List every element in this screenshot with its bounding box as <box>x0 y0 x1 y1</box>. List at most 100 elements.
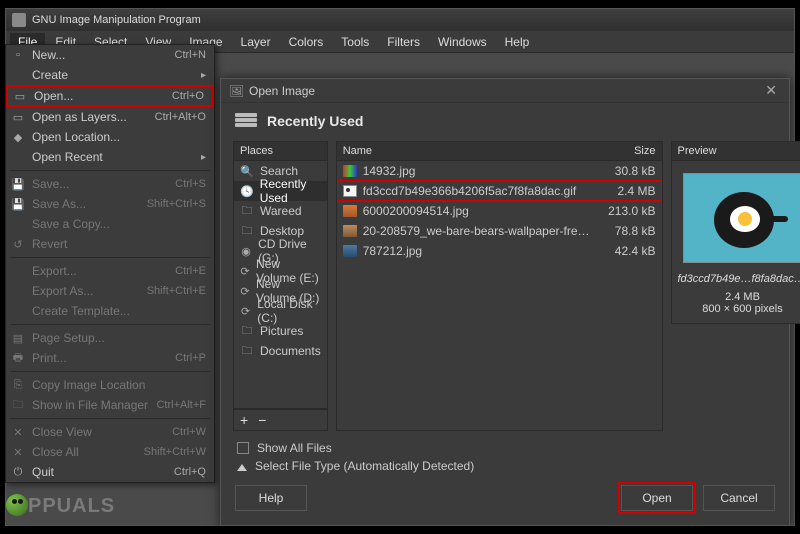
file-menu-item[interactable]: 💾Save...Ctrl+S <box>6 174 214 194</box>
app-icon <box>12 13 26 27</box>
select-file-type-expander[interactable]: Select File Type (Automatically Detected… <box>237 459 773 473</box>
menu-item-icon: ▤ <box>10 332 26 345</box>
menu-item-label: Quit <box>32 465 174 479</box>
file-menu-item[interactable]: 🖶Print...Ctrl+P <box>6 348 214 368</box>
file-menu-item[interactable]: 🗀Show in File ManagerCtrl+Alt+F <box>6 395 214 415</box>
open-button[interactable]: Open <box>621 485 693 511</box>
menu-item-label: New... <box>32 48 175 62</box>
menu-item-label: Save As... <box>32 197 147 211</box>
file-menu-item[interactable]: ⏻QuitCtrl+Q <box>6 462 214 482</box>
file-name: 14932.jpg <box>363 164 590 178</box>
menu-item-label: Create <box>32 68 197 82</box>
file-menu-item[interactable]: ✕ Close ViewCtrl+W <box>6 422 214 442</box>
help-button[interactable]: Help <box>235 485 307 511</box>
file-row[interactable]: 787212.jpg42.4 kB <box>337 241 662 261</box>
file-menu-item[interactable]: ▭Open...Ctrl+O <box>6 85 214 107</box>
dialog-buttons: Help Open Cancel <box>221 475 789 525</box>
preview-header: Preview <box>671 141 800 161</box>
show-all-files-label: Show All Files <box>257 441 332 455</box>
place-icon: 🗀 <box>240 322 254 341</box>
places-item[interactable]: 🕓Recently Used <box>234 181 327 201</box>
file-menu-item[interactable]: ✕Close AllShift+Ctrl+W <box>6 442 214 462</box>
file-name: 6000200094514.jpg <box>363 204 590 218</box>
file-menu-item[interactable]: Open Recent▸ <box>6 147 214 167</box>
menu-item-label: Page Setup... <box>32 331 206 345</box>
file-row[interactable]: 14932.jpg 30.8 kB <box>337 161 662 181</box>
dialog-heading: Recently Used <box>267 113 363 129</box>
menu-windows[interactable]: Windows <box>430 33 495 51</box>
file-menu-item[interactable]: Save a Copy... <box>6 214 214 234</box>
preview-dimensions: 800 × 600 pixels <box>678 303 800 315</box>
file-menu-item[interactable]: ↺Revert <box>6 234 214 254</box>
preview-column: Preview fd3ccd7b49e…f8fa8dac.gif 2.4 MB … <box>671 141 800 431</box>
dialog-icon: 🖼 <box>229 84 243 98</box>
file-menu-item[interactable]: ⎘Copy Image Location <box>6 375 214 395</box>
expand-icon <box>237 464 247 471</box>
places-item[interactable]: 🗀Documents <box>234 341 327 361</box>
name-column-header[interactable]: Name <box>343 145 596 157</box>
file-menu-item[interactable]: ▭Open as Layers...Ctrl+Alt+O <box>6 107 214 127</box>
file-size: 2.4 MB <box>596 184 656 198</box>
places-add-button[interactable]: + <box>240 412 248 428</box>
place-icon: 🔍 <box>240 165 254 178</box>
menu-item-shortcut: Ctrl+W <box>172 426 206 438</box>
menu-filters[interactable]: Filters <box>379 33 428 51</box>
place-label: Recently Used <box>260 177 321 205</box>
preview-box: fd3ccd7b49e…f8fa8dac.gif 2.4 MB 800 × 60… <box>671 161 800 324</box>
places-item[interactable]: ⟳Local Disk (C:) <box>234 301 327 321</box>
open-image-dialog: 🖼 Open Image ✕ Recently Used Places 🔍Sea… <box>220 78 790 526</box>
menu-item-label: Open Location... <box>32 130 206 144</box>
file-menu-item[interactable]: ◆Open Location... <box>6 127 214 147</box>
file-menu-item[interactable]: Export...Ctrl+E <box>6 261 214 281</box>
cancel-button[interactable]: Cancel <box>703 485 775 511</box>
submenu-arrow-icon: ▸ <box>201 70 206 81</box>
close-icon[interactable]: ✕ <box>761 82 781 99</box>
menu-item-icon: 💾 <box>10 178 26 191</box>
menu-item-shortcut: Shift+Ctrl+E <box>147 285 206 297</box>
file-row[interactable]: 6000200094514.jpg213.0 kB <box>337 201 662 221</box>
file-row[interactable]: fd3ccd7b49e366b4206f5ac7f8fa8dac.gif2.4 … <box>337 181 662 201</box>
file-menu-item[interactable]: Export As...Shift+Ctrl+E <box>6 281 214 301</box>
menu-item-label: Close View <box>32 425 172 439</box>
file-row[interactable]: 20-208579_we-bare-bears-wallpaper-fre…78… <box>337 221 662 241</box>
size-column-header[interactable]: Size <box>596 145 656 157</box>
recently-used-icon <box>235 113 257 129</box>
file-thumbnail-icon <box>343 205 357 217</box>
place-icon: 🕓 <box>240 185 254 198</box>
dialog-titlebar[interactable]: 🖼 Open Image ✕ <box>221 79 789 103</box>
titlebar: GNU Image Manipulation Program <box>6 9 794 31</box>
menu-item-shortcut: Ctrl+E <box>175 265 206 277</box>
menu-help[interactable]: Help <box>497 33 538 51</box>
file-menu-item[interactable]: Create ▸ <box>6 65 214 85</box>
file-menu-item[interactable]: ▫New...Ctrl+N <box>6 45 214 65</box>
checkbox-icon <box>237 442 249 454</box>
places-header[interactable]: Places <box>233 141 328 161</box>
file-menu-item[interactable]: ▤ Page Setup... <box>6 328 214 348</box>
menu-item-label: Export As... <box>32 284 147 298</box>
places-remove-button[interactable]: − <box>258 412 266 428</box>
menu-item-icon: ✕ <box>10 426 26 439</box>
menu-item-icon: ⏻ <box>10 466 26 479</box>
file-menu-item[interactable]: Create Template... <box>6 301 214 321</box>
file-menu-dropdown: ▫New...Ctrl+N Create ▸ ▭Open...Ctrl+O▭Open … <box>5 44 215 483</box>
menu-item-shortcut: Ctrl+O <box>172 90 204 102</box>
menu-item-label: Show in File Manager <box>32 398 156 412</box>
menu-item-icon: 🖶 <box>10 349 26 368</box>
files-list: 14932.jpg 30.8 kB fd3ccd7b49e366b4206f5ac7… <box>336 161 663 431</box>
file-size: 30.8 kB <box>596 164 656 178</box>
file-menu-item[interactable]: 💾Save As...Shift+Ctrl+S <box>6 194 214 214</box>
menu-item-label: Close All <box>32 445 144 459</box>
preview-filesize: 2.4 MB <box>678 291 800 303</box>
files-column: Name Size 14932.jpg 30.8 kB fd3ccd7b49e366… <box>336 141 663 431</box>
menu-tools[interactable]: Tools <box>333 33 377 51</box>
menu-item-label: Open Recent <box>32 150 197 164</box>
menu-item-label: Create Template... <box>32 304 206 318</box>
menu-item-shortcut: Ctrl+N <box>175 49 206 61</box>
menu-colors[interactable]: Colors <box>281 33 332 51</box>
place-icon: ⟳ <box>240 305 251 318</box>
menu-layer[interactable]: Layer <box>233 33 279 51</box>
place-icon: 🗀 <box>240 202 254 221</box>
show-all-files-toggle[interactable]: Show All Files <box>237 441 773 455</box>
place-label: Pictures <box>260 324 303 338</box>
dialog-body: Places 🔍Search🕓Recently Used🗀Wareed🗀Desk… <box>221 135 789 435</box>
